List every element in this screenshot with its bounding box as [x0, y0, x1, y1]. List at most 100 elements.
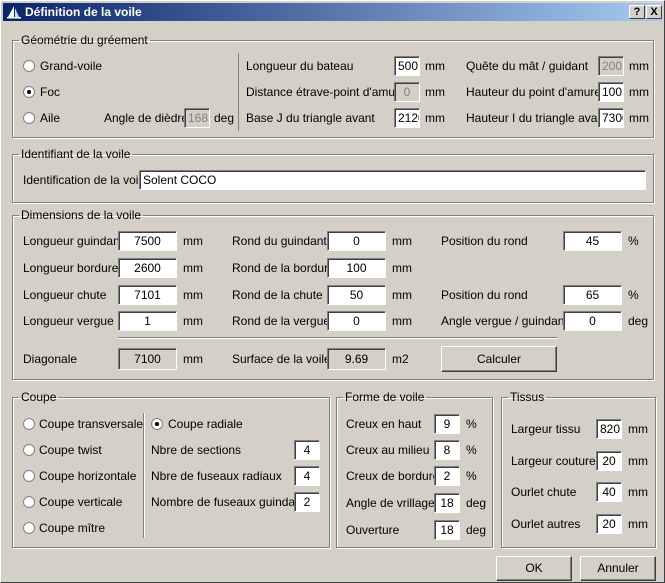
- coupe-legend: Coupe: [21, 390, 57, 404]
- longueur-bordure-unit: mm: [183, 261, 203, 275]
- diagonale-label: Diagonale: [23, 352, 78, 366]
- angle-vrillage-unit: deg: [466, 496, 487, 510]
- position-rond-chute-label: Position du rond: [441, 288, 528, 302]
- hauteur-i-label: Hauteur I du triangle avant: [466, 111, 608, 125]
- longueur-vergue-input[interactable]: 1: [118, 311, 177, 331]
- longueur-vergue-label: Longueur vergue: [23, 314, 114, 328]
- ouverture-input[interactable]: 18: [434, 520, 460, 540]
- longueur-chute-unit: mm: [183, 288, 203, 302]
- largeur-tissu-label: Largeur tissu: [511, 422, 581, 436]
- rond-bordure-label: Rond de la bordure: [232, 261, 335, 275]
- ourlet-autres-label: Ourlet autres: [511, 517, 581, 531]
- rond-vergue-label: Rond de la vergue: [232, 314, 331, 328]
- longueur-chute-label: Longueur chute: [23, 288, 107, 302]
- ourlet-autres-input[interactable]: 20: [596, 514, 622, 534]
- title-bar[interactable]: Définition de la voile ? X: [3, 3, 662, 21]
- angle-vergue-label: Angle vergue / guindant: [441, 314, 568, 328]
- largeur-coutures-label: Largeur coutures: [511, 454, 602, 468]
- nbre-sections-label: Nbre de sections: [151, 443, 242, 457]
- creux-haut-unit: %: [466, 417, 477, 431]
- position-rond-chute-unit: %: [628, 288, 639, 302]
- tissus-legend: Tissus: [510, 390, 545, 404]
- longueur-guindant-input[interactable]: 7500: [118, 231, 177, 251]
- help-button[interactable]: ?: [629, 5, 645, 19]
- foc-radio[interactable]: [23, 86, 35, 98]
- identification-input[interactable]: Solent COCO: [139, 170, 646, 190]
- largeur-tissu-input[interactable]: 820: [596, 419, 622, 439]
- rond-chute-unit: mm: [392, 288, 412, 302]
- longueur-guindant-unit: mm: [183, 234, 203, 248]
- hauteur-i-unit: mm: [629, 111, 649, 125]
- dimensions-legend: Dimensions de la voile: [21, 208, 142, 222]
- grand-voile-radio[interactable]: [23, 60, 35, 72]
- ok-button[interactable]: OK: [496, 556, 572, 581]
- surface-value: 9.69: [327, 348, 386, 370]
- angle-vrillage-label: Angle de vrillage: [346, 496, 435, 510]
- creux-haut-input[interactable]: 9: [434, 414, 460, 434]
- position-rond-guindant-label: Position du rond: [441, 234, 528, 248]
- identification-label: Identification de la voile: [23, 173, 148, 187]
- ourlet-autres-unit: mm: [628, 517, 648, 531]
- creux-milieu-label: Creux au milieu: [346, 443, 430, 457]
- distance-etrave-label: Distance étrave-point d'amure: [246, 85, 406, 99]
- annuler-button[interactable]: Annuler: [580, 556, 656, 581]
- position-rond-guindant-input[interactable]: 45: [563, 231, 622, 251]
- rond-guindant-input[interactable]: 0: [327, 231, 386, 251]
- calculer-button[interactable]: Calculer: [441, 346, 557, 372]
- coupe-mitre-radio[interactable]: [23, 522, 35, 534]
- creux-haut-label: Creux en haut: [346, 417, 422, 431]
- coupe-radiale-radio[interactable]: [151, 418, 163, 430]
- coupe-twist-radio[interactable]: [23, 444, 35, 456]
- rond-chute-input[interactable]: 50: [327, 285, 386, 305]
- longueur-chute-input[interactable]: 7101: [118, 285, 177, 305]
- base-j-label: Base J du triangle avant: [246, 111, 375, 125]
- ouverture-unit: deg: [466, 523, 487, 537]
- base-j-unit: mm: [425, 111, 445, 125]
- hauteur-i-input[interactable]: 7300: [598, 108, 624, 128]
- dialog-window: Définition de la voile ? X Géométrie du …: [0, 0, 665, 583]
- rond-chute-label: Rond de la chute: [232, 288, 323, 302]
- base-j-input[interactable]: 2120: [394, 108, 420, 128]
- largeur-tissu-unit: mm: [628, 422, 648, 436]
- longueur-bordure-input[interactable]: 2600: [118, 258, 177, 278]
- position-rond-chute-input[interactable]: 65: [563, 285, 622, 305]
- rond-vergue-input[interactable]: 0: [327, 311, 386, 331]
- angle-vergue-input[interactable]: 0: [563, 311, 622, 331]
- surface-unit: m2: [392, 352, 409, 366]
- coupe-transversale-radio[interactable]: [23, 418, 35, 430]
- creux-milieu-input[interactable]: 8: [434, 440, 460, 460]
- largeur-coutures-input[interactable]: 20: [596, 451, 622, 471]
- aile-label: Aile: [40, 111, 61, 125]
- nbre-fuseaux-guindant-input[interactable]: 2: [294, 492, 320, 512]
- close-button[interactable]: X: [646, 5, 662, 19]
- creux-bordure-input[interactable]: 2: [434, 466, 460, 486]
- longueur-bateau-input[interactable]: 500: [394, 56, 420, 76]
- hauteur-amure-unit: mm: [629, 85, 649, 99]
- identifiant-legend: Identifiant de la voile: [21, 147, 131, 161]
- aile-radio[interactable]: [23, 112, 35, 124]
- rond-guindant-label: Rond du guindant: [232, 234, 327, 248]
- nbre-sections-input[interactable]: 4: [294, 440, 320, 460]
- geometrie-legend: Géométrie du gréement: [21, 33, 148, 47]
- angle-vrillage-input[interactable]: 18: [434, 493, 460, 513]
- ourlet-chute-input[interactable]: 40: [596, 482, 622, 502]
- grand-voile-label: Grand-voile: [40, 59, 103, 73]
- ouverture-label: Ouverture: [346, 523, 400, 537]
- geometrie-separator: [238, 53, 239, 131]
- distance-etrave-input[interactable]: 0: [394, 82, 420, 102]
- angle-diedre-input[interactable]: 168: [184, 108, 210, 128]
- coupe-transversale-label: Coupe transversale: [39, 417, 144, 431]
- quete-mat-unit: mm: [629, 59, 649, 73]
- coupe-horizontale-radio[interactable]: [23, 470, 35, 482]
- nbre-fuseaux-radiaux-input[interactable]: 4: [294, 466, 320, 486]
- longueur-bordure-label: Longueur bordure: [23, 261, 119, 275]
- quete-mat-input[interactable]: 200: [598, 56, 624, 76]
- rond-bordure-input[interactable]: 100: [327, 258, 386, 278]
- longueur-bateau-label: Longueur du bateau: [246, 59, 354, 73]
- hauteur-amure-input[interactable]: 100: [598, 82, 624, 102]
- creux-bordure-unit: %: [466, 469, 477, 483]
- creux-bordure-label: Creux de bordure: [346, 469, 440, 483]
- coupe-verticale-radio[interactable]: [23, 496, 35, 508]
- ourlet-chute-unit: mm: [628, 485, 648, 499]
- angle-diedre-label: Angle de dièdre: [104, 111, 189, 125]
